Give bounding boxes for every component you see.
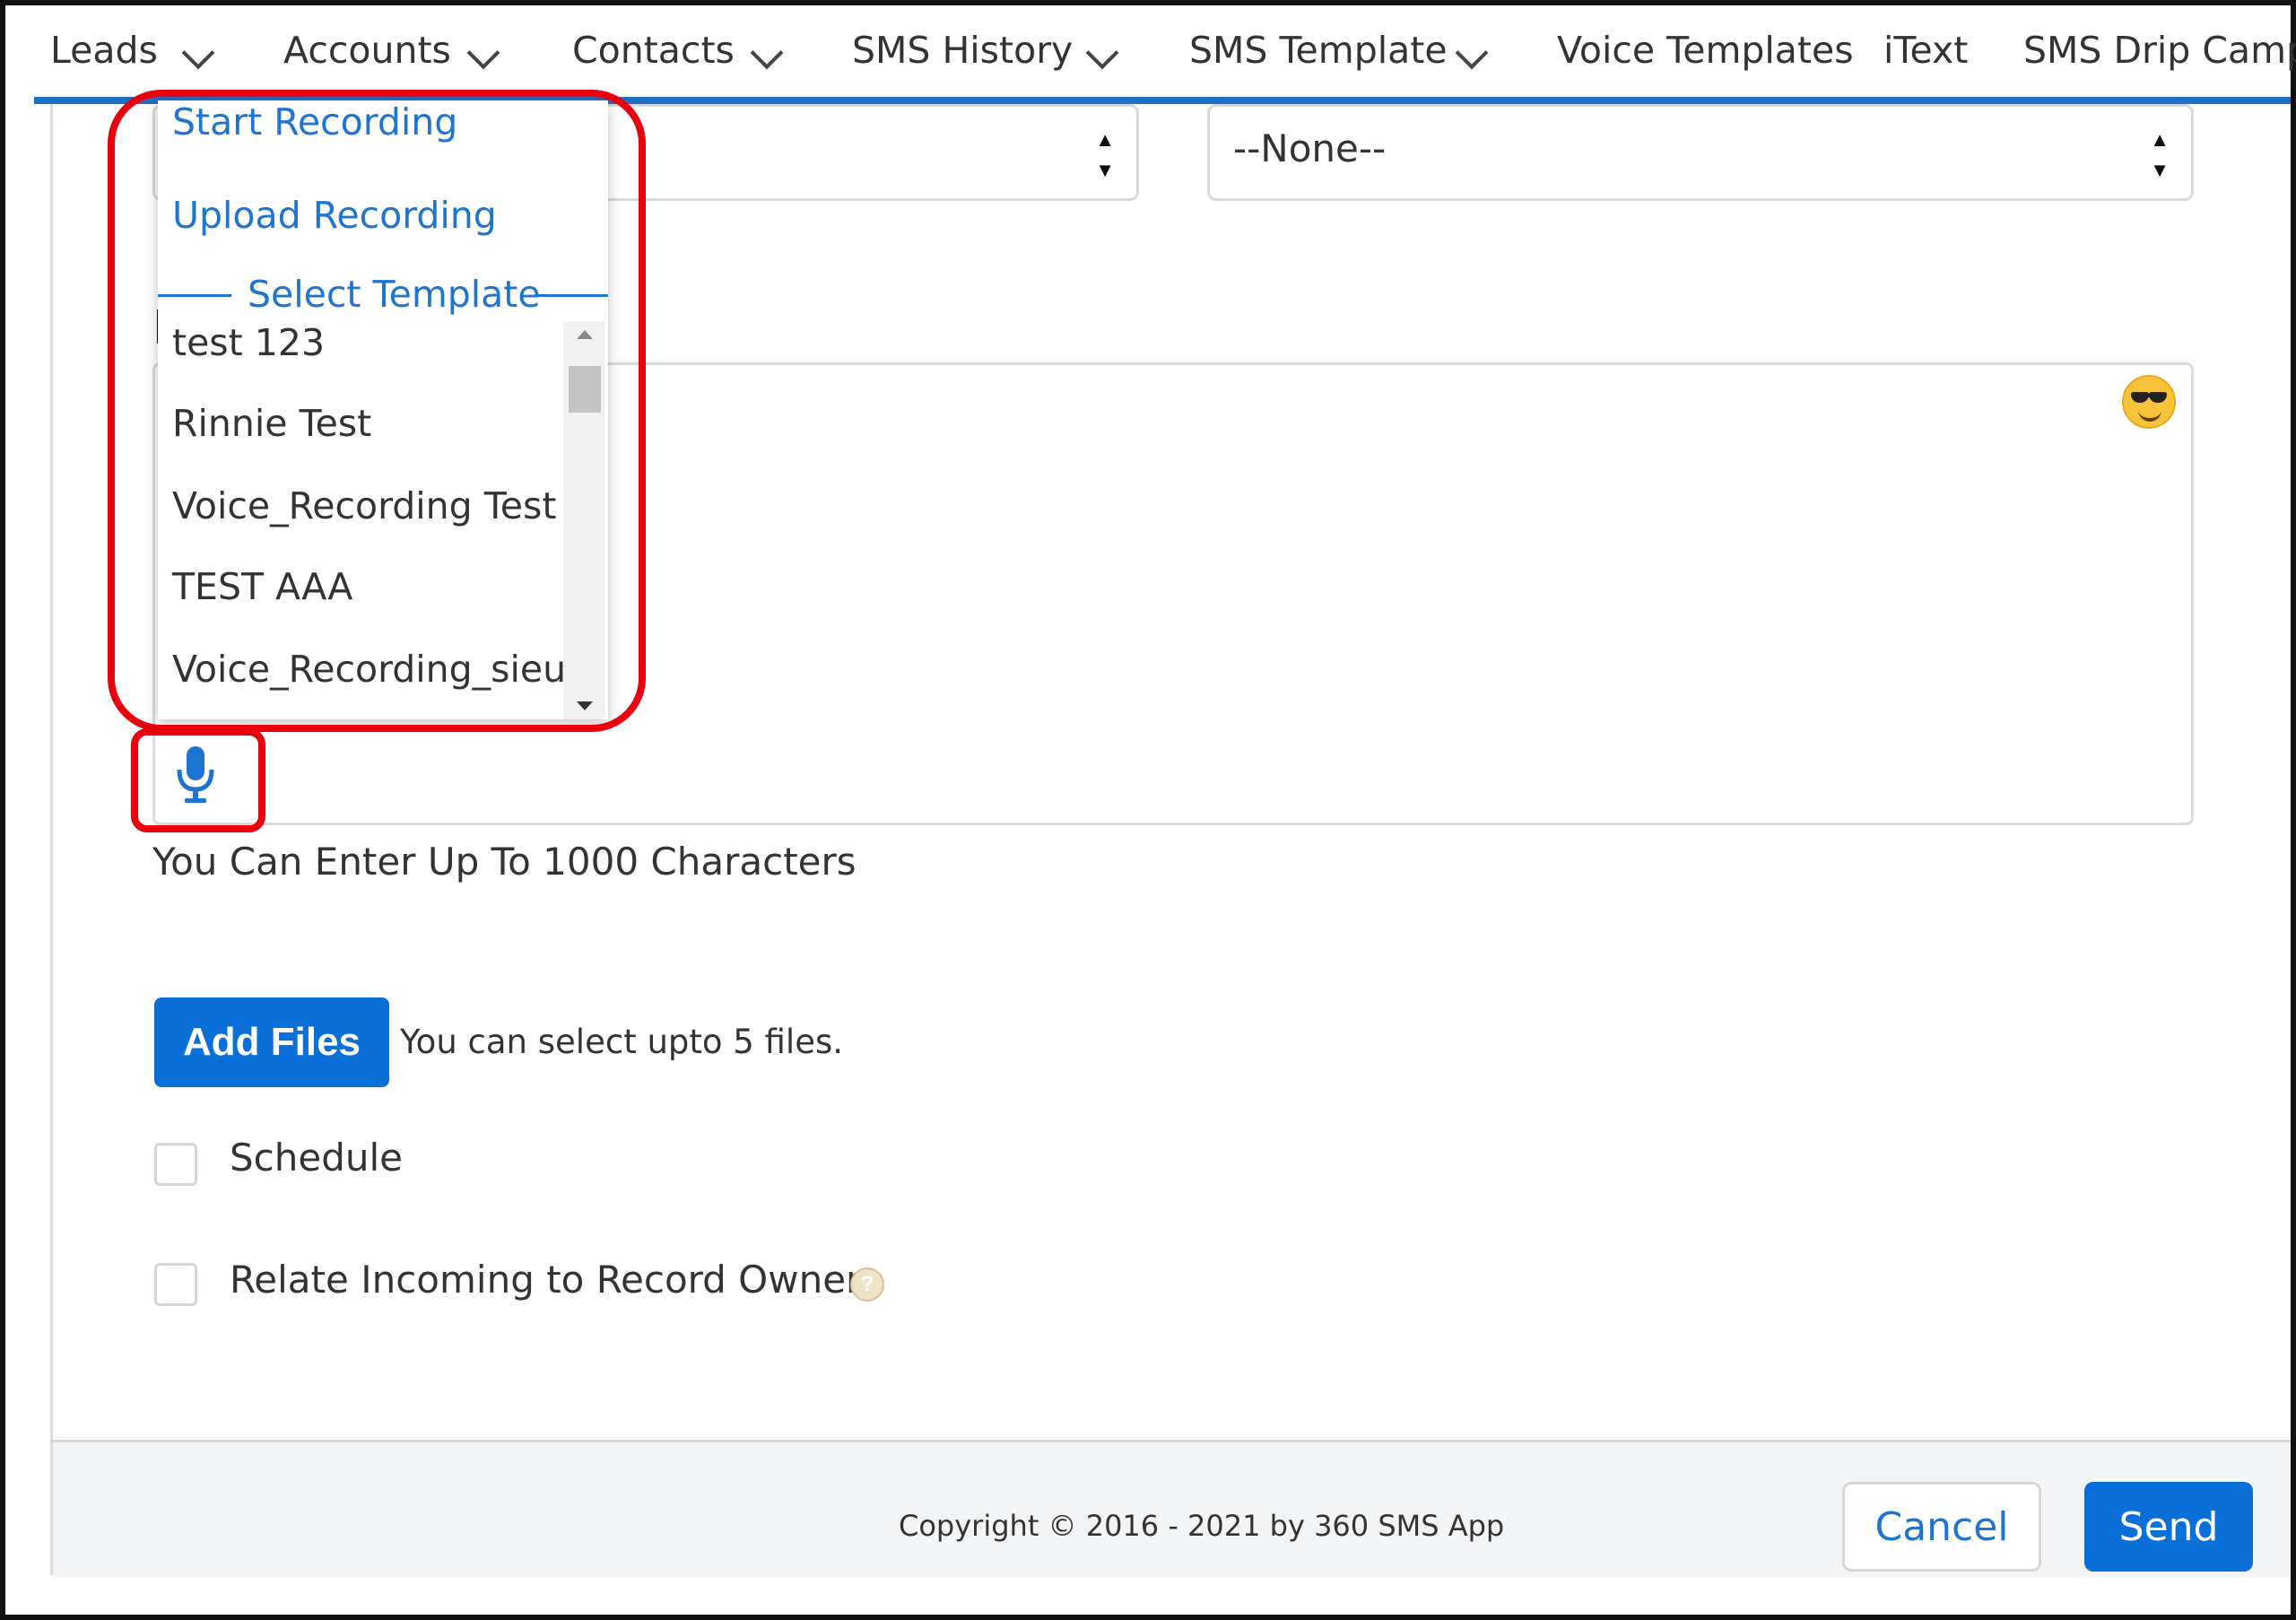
copyright-text: Copyright © 2016 - 2021 by 360 SMS App (899, 1509, 1505, 1543)
select-arrows-icon: ▲ ▼ (2150, 128, 2170, 181)
schedule-label: Schedule (230, 1136, 403, 1180)
sunglasses-emoji-icon[interactable] (2122, 375, 2176, 429)
relate-owner-checkbox[interactable] (154, 1263, 197, 1306)
chevron-down-icon[interactable] (181, 36, 215, 70)
dropdown-highlight (108, 90, 646, 732)
right-select[interactable]: --None-- ▲ ▼ (1207, 104, 2194, 201)
chevron-down-icon[interactable] (466, 36, 500, 70)
nav-item-sms-template[interactable]: SMS Template (1189, 29, 1448, 72)
chevron-down-icon[interactable] (750, 36, 784, 70)
select-arrows-icon: ▲ ▼ (1095, 128, 1115, 181)
nav-item-leads[interactable]: Leads (50, 29, 158, 72)
add-files-button[interactable]: Add Files (154, 997, 389, 1087)
nav-item-voice-templates[interactable]: Voice Templates (1557, 29, 1854, 72)
chevron-down-icon[interactable] (1455, 36, 1489, 70)
top-nav-bar: Leads Accounts Contacts SMS History SMS … (5, 5, 2296, 97)
content-card-border (50, 104, 53, 1575)
nav-item-accounts[interactable]: Accounts (283, 29, 451, 72)
character-limit-hint: You Can Enter Up To 1000 Characters (152, 840, 857, 884)
nav-item-contacts[interactable]: Contacts (572, 29, 735, 72)
bottom-margin (5, 1577, 2291, 1615)
nav-item-itext[interactable]: iText (1883, 29, 1968, 72)
relate-owner-label: Relate Incoming to Record Owner (230, 1258, 862, 1302)
question-icon[interactable]: ? (850, 1267, 884, 1302)
files-limit-note: You can select upto 5 files. (400, 1023, 843, 1061)
nav-item-sms-drip-campaign[interactable]: SMS Drip Campa (2023, 29, 2296, 72)
schedule-checkbox[interactable] (154, 1143, 197, 1186)
nav-item-sms-history[interactable]: SMS History (852, 29, 1073, 72)
chevron-down-icon[interactable] (1085, 36, 1119, 70)
right-select-value: --None-- (1233, 126, 1387, 170)
microphone-icon[interactable] (170, 743, 221, 807)
send-button[interactable]: Send (2084, 1482, 2253, 1572)
cancel-button[interactable]: Cancel (1842, 1482, 2041, 1572)
